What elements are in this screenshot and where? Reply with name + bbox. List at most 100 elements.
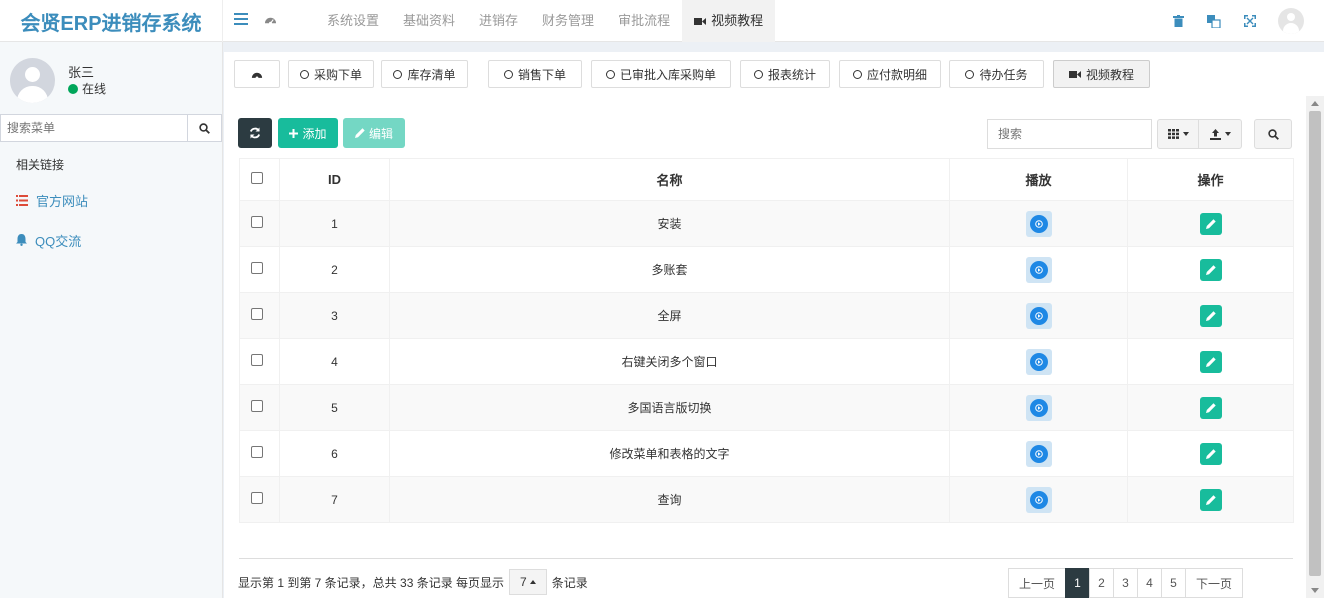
sidebar-item-official-site[interactable]: 官方网站 [16, 190, 88, 210]
column-header-id[interactable]: ID [279, 158, 390, 201]
play-icon [1029, 490, 1048, 509]
tab-payables[interactable]: 应付款明细 [839, 60, 941, 88]
sidebar-item-qq[interactable]: QQ交流 [16, 230, 81, 250]
tab-dashboard[interactable] [234, 60, 280, 88]
add-button[interactable]: 添加 [278, 118, 338, 148]
table-row[interactable]: 3 全屏 [239, 292, 1294, 339]
pencil-icon [1205, 310, 1216, 321]
play-icon [1029, 398, 1048, 417]
advanced-search-button[interactable] [1254, 119, 1292, 149]
page-button-5[interactable]: 5 [1161, 568, 1187, 598]
sidebar-search-button[interactable] [188, 114, 222, 142]
sidebar-search-input[interactable] [0, 114, 188, 142]
row-actions-cell [1127, 246, 1294, 293]
tab-video-tutorial[interactable]: 视频教程 [1053, 60, 1150, 88]
row-id: 7 [279, 476, 390, 523]
fullscreen-icon[interactable] [1242, 13, 1258, 29]
row-select-cell [239, 384, 280, 431]
pagination: 上一页 1 2 3 4 5 下一页 [1008, 568, 1244, 598]
circle-icon [753, 69, 763, 79]
tab-report-stats[interactable]: 报表统计 [740, 60, 830, 88]
table-row[interactable]: 1 安装 [239, 200, 1294, 247]
prev-page-button[interactable]: 上一页 [1008, 568, 1067, 598]
tab-approved-purchase[interactable]: 已审批入库采购单 [591, 60, 731, 88]
row-edit-button[interactable] [1199, 488, 1222, 511]
row-checkbox[interactable] [251, 354, 263, 366]
row-id: 4 [279, 338, 390, 385]
column-header-name[interactable]: 名称 [389, 158, 950, 201]
user-avatar[interactable] [1278, 8, 1304, 34]
row-edit-button[interactable] [1199, 442, 1222, 465]
page-button-3[interactable]: 3 [1113, 568, 1139, 598]
menu-toggle-icon[interactable] [234, 13, 248, 27]
topnav-basic-data[interactable]: 基础资料 [391, 0, 467, 42]
page-button-1[interactable]: 1 [1065, 568, 1091, 598]
table-header-row: ID 名称 播放 操作 [239, 158, 1294, 201]
play-button[interactable] [1025, 348, 1052, 375]
select-all-cell [239, 158, 280, 201]
scroll-down-icon[interactable] [1311, 588, 1319, 593]
tab-purchase-order[interactable]: 采购下单 [288, 60, 374, 88]
export-button[interactable] [1198, 119, 1242, 149]
row-checkbox[interactable] [251, 262, 263, 274]
table-row[interactable]: 2 多账套 [239, 246, 1294, 293]
row-checkbox[interactable] [251, 400, 263, 412]
play-button[interactable] [1025, 302, 1052, 329]
play-button[interactable] [1025, 210, 1052, 237]
scrollbar-thumb[interactable] [1309, 111, 1321, 576]
row-checkbox[interactable] [251, 308, 263, 320]
topnav-finance[interactable]: 财务管理 [530, 0, 606, 42]
play-button[interactable] [1025, 440, 1052, 467]
tab-todo[interactable]: 待办任务 [949, 60, 1044, 88]
table-row[interactable]: 4 右键关闭多个窗口 [239, 338, 1294, 385]
table-row[interactable]: 6 修改菜单和表格的文字 [239, 430, 1294, 477]
play-button[interactable] [1025, 256, 1052, 283]
row-actions-cell [1127, 430, 1294, 477]
topnav-video-tutorial[interactable]: 视频教程 [682, 0, 776, 42]
tab-label: 待办任务 [979, 67, 1028, 82]
play-button[interactable] [1025, 394, 1052, 421]
page-size-value: 7 [520, 575, 527, 589]
topnav-approval[interactable]: 审批流程 [606, 0, 682, 42]
scroll-up-icon[interactable] [1311, 101, 1319, 106]
vertical-scrollbar[interactable] [1306, 96, 1324, 598]
select-all-checkbox[interactable] [251, 172, 263, 184]
top-nav: 系统设置 基础资料 进销存 财务管理 审批流程 视频教程 [315, 0, 776, 42]
row-edit-button[interactable] [1199, 258, 1222, 281]
row-edit-button[interactable] [1199, 212, 1222, 235]
page-size-select[interactable]: 7 [509, 569, 547, 595]
edit-button[interactable]: 编辑 [343, 118, 405, 148]
row-checkbox[interactable] [251, 446, 263, 458]
topnav-inventory[interactable]: 进销存 [467, 0, 530, 42]
row-edit-button[interactable] [1199, 350, 1222, 373]
export-icon [1209, 128, 1221, 140]
circle-icon [299, 69, 309, 79]
user-panel: 张三 在线 [0, 42, 222, 114]
circle-icon [605, 69, 615, 79]
next-page-button[interactable]: 下一页 [1185, 568, 1244, 598]
translate-icon[interactable] [1206, 13, 1222, 29]
tab-inventory-list[interactable]: 库存清单 [381, 60, 468, 88]
row-name: 右键关闭多个窗口 [389, 338, 950, 385]
page-button-4[interactable]: 4 [1137, 568, 1163, 598]
row-checkbox[interactable] [251, 216, 263, 228]
dashboard-icon[interactable] [264, 14, 277, 27]
video-icon [694, 17, 707, 25]
row-edit-button[interactable] [1199, 396, 1222, 419]
table-row[interactable]: 7 查询 [239, 476, 1294, 523]
user-status-label: 在线 [82, 82, 107, 96]
topnav-system-settings[interactable]: 系统设置 [315, 0, 391, 42]
row-checkbox[interactable] [251, 492, 263, 504]
table-row[interactable]: 5 多国语言版切换 [239, 384, 1294, 431]
page-button-2[interactable]: 2 [1089, 568, 1115, 598]
tab-sales-order[interactable]: 销售下单 [488, 60, 582, 88]
columns-toggle-button[interactable] [1157, 119, 1199, 149]
refresh-button[interactable] [238, 118, 272, 148]
pagination-info: 显示第 1 到第 7 条记录，总共 33 条记录 每页显示 7 条记录 [238, 568, 588, 596]
pencil-icon [1205, 402, 1216, 413]
row-edit-button[interactable] [1199, 304, 1222, 327]
app-logo[interactable]: 会贤ERP进销存系统 [0, 0, 223, 42]
trash-icon[interactable] [1170, 13, 1186, 29]
table-search-input[interactable] [987, 119, 1152, 149]
play-button[interactable] [1025, 486, 1052, 513]
